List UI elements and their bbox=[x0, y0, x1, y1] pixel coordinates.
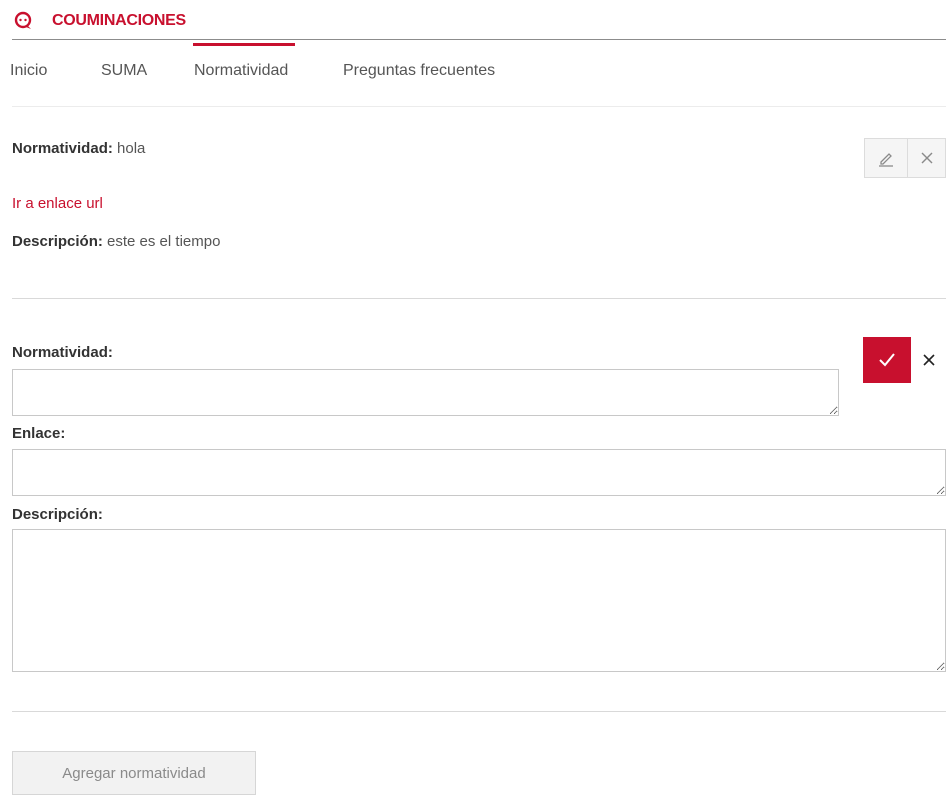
normatividad-field[interactable] bbox=[12, 369, 839, 416]
header-divider bbox=[12, 39, 946, 40]
tab-inicio[interactable]: Inicio bbox=[10, 62, 47, 80]
cancel-button[interactable] bbox=[912, 337, 946, 383]
descripcion-field[interactable] bbox=[12, 529, 946, 672]
close-icon bbox=[921, 152, 932, 164]
entry-normatividad-label: Normatividad: bbox=[12, 140, 113, 157]
pencil-icon bbox=[879, 153, 893, 167]
entry-normatividad-row: Normatividad: hola bbox=[12, 140, 145, 157]
app-title: COUMINACIONES bbox=[52, 12, 186, 29]
entry-descripcion-value: este es el tiempo bbox=[107, 233, 221, 250]
tab-preguntas-frecuentes[interactable]: Preguntas frecuentes bbox=[343, 62, 495, 80]
checkmark-icon bbox=[879, 353, 895, 367]
entry-normatividad-value: hola bbox=[117, 140, 146, 157]
tab-suma[interactable]: SUMA bbox=[101, 62, 147, 80]
section-divider bbox=[12, 298, 946, 299]
enlace-field[interactable] bbox=[12, 449, 946, 496]
active-tab-indicator bbox=[193, 43, 295, 46]
chat-bubbles-icon bbox=[14, 11, 32, 29]
form-normatividad-label: Normatividad: bbox=[12, 344, 113, 361]
form-descripcion-label: Descripción: bbox=[12, 506, 103, 523]
app-header: COUMINACIONES bbox=[12, 8, 186, 34]
close-icon bbox=[923, 354, 935, 366]
delete-button[interactable] bbox=[908, 138, 946, 178]
confirm-button[interactable] bbox=[863, 337, 911, 383]
entry-descripcion-label: Descripción: bbox=[12, 233, 103, 250]
form-enlace-label: Enlace: bbox=[12, 425, 66, 442]
add-normatividad-button[interactable]: Agregar normatividad bbox=[12, 751, 256, 795]
entry-descripcion-row: Descripción: este es el tiempo bbox=[12, 233, 220, 250]
edit-button[interactable] bbox=[864, 138, 908, 178]
entry-url-link[interactable]: Ir a enlace url bbox=[12, 195, 103, 212]
form-divider bbox=[12, 711, 946, 712]
tabs-divider bbox=[12, 106, 946, 107]
tab-normatividad[interactable]: Normatividad bbox=[194, 62, 288, 80]
